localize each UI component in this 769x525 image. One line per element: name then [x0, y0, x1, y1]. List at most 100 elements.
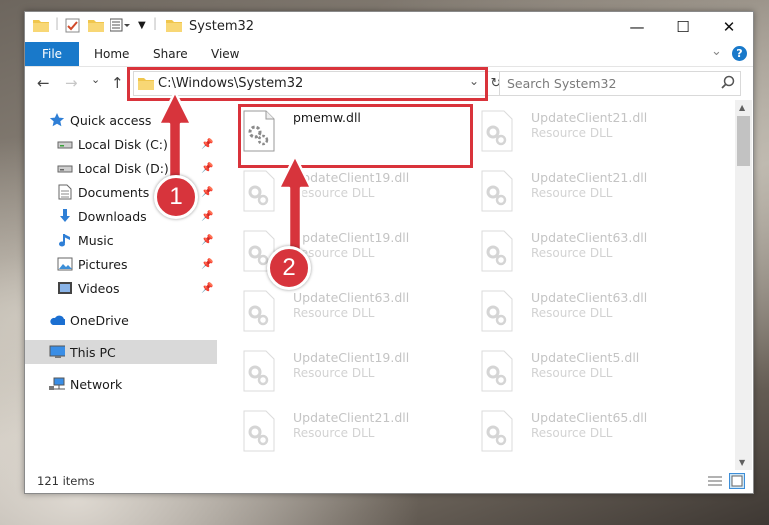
details-view-icon[interactable] — [707, 474, 723, 488]
dll-file-icon — [481, 350, 513, 392]
star-icon — [49, 112, 65, 128]
item-count: 121 items — [37, 474, 95, 488]
close-button[interactable]: ✕ — [706, 12, 752, 42]
file-type: Resource DLL — [531, 126, 613, 140]
sidebar-item-onedrive[interactable]: OneDrive — [25, 308, 217, 332]
file-type: Resource DLL — [293, 426, 375, 440]
tab-share[interactable]: Share — [153, 47, 188, 61]
window-title: System32 — [189, 19, 255, 34]
file-item[interactable]: UpdateClient21.dll Resource DLL — [463, 104, 693, 160]
file-name: UpdateClient21.dll — [531, 170, 648, 185]
pin-icon: 📌 — [201, 234, 214, 246]
file-item[interactable]: UpdateClient63.dll Resource DLL — [225, 284, 455, 340]
callout-1: 1 — [154, 175, 198, 219]
callout-2: 2 — [267, 246, 311, 290]
status-bar: 121 items — [25, 470, 753, 492]
tab-file[interactable]: File — [25, 42, 79, 66]
sidebar-item-label: Documents — [78, 184, 150, 200]
sidebar-item-pictures[interactable]: Pictures 📌 — [25, 252, 217, 276]
properties-icon[interactable] — [65, 18, 80, 33]
title-bar: | ▼ | System32 — ☐ ✕ — [25, 12, 753, 42]
pin-icon: 📌 — [201, 210, 214, 222]
help-icon[interactable]: ? — [732, 46, 747, 61]
file-type: Resource DLL — [293, 366, 375, 380]
pin-icon: 📌 — [201, 138, 214, 150]
dll-file-icon — [481, 110, 513, 152]
pin-icon: 📌 — [201, 258, 214, 270]
file-type: Resource DLL — [531, 186, 613, 200]
dll-file-icon — [481, 230, 513, 272]
downloads-icon — [57, 208, 73, 224]
sidebar-item-label: Music — [78, 232, 114, 248]
drive-icon — [57, 136, 73, 152]
ribbon: File Home Share View ⌄ ? — [25, 42, 753, 67]
new-folder-icon[interactable] — [88, 18, 104, 32]
pin-icon: 📌 — [201, 186, 214, 198]
sidebar-item-label: Network — [70, 376, 123, 392]
pictures-icon — [57, 256, 73, 272]
file-item[interactable]: UpdateClient63.dll Resource DLL — [463, 224, 693, 280]
back-button[interactable]: ← — [37, 74, 50, 92]
maximize-button[interactable]: ☐ — [660, 12, 706, 42]
recent-locations-button[interactable]: ⌄ — [91, 73, 100, 86]
computer-icon — [49, 344, 65, 360]
dll-file-icon — [243, 290, 275, 332]
file-type: Resource DLL — [293, 306, 375, 320]
window-folder-icon — [166, 18, 182, 32]
vertical-scrollbar[interactable]: ▲ ▼ — [735, 100, 752, 470]
up-button[interactable]: ↑ — [111, 74, 124, 92]
scroll-down-icon[interactable]: ▼ — [739, 458, 745, 467]
file-name: UpdateClient63.dll — [531, 290, 648, 305]
expand-ribbon-button[interactable]: ⌄ — [711, 44, 722, 59]
file-item[interactable]: UpdateClient19.dll Resource DLL — [225, 224, 455, 280]
file-type: Resource DLL — [531, 426, 613, 440]
file-type: Resource DLL — [531, 366, 613, 380]
dll-file-icon — [481, 290, 513, 332]
file-type: Resource DLL — [531, 306, 613, 320]
file-item[interactable]: UpdateClient21.dll Resource DLL — [463, 164, 693, 220]
sidebar-item-label: Quick access — [70, 112, 152, 128]
tab-view[interactable]: View — [211, 47, 239, 61]
dll-file-icon — [243, 410, 275, 452]
pin-icon: 📌 — [201, 162, 214, 174]
file-item[interactable]: UpdateClient19.dll Resource DLL — [225, 164, 455, 220]
sidebar-item-this-pc[interactable]: This PC — [25, 340, 217, 364]
sidebar-item-label: Videos — [78, 280, 120, 296]
file-item[interactable]: UpdateClient65.dll Resource DLL — [463, 404, 693, 460]
network-icon — [49, 376, 65, 392]
file-name: UpdateClient63.dll — [293, 290, 410, 305]
sidebar-item-label: This PC — [70, 344, 116, 360]
large-icons-view-icon[interactable] — [729, 473, 745, 489]
file-item[interactable]: UpdateClient5.dll Resource DLL — [463, 344, 693, 400]
cloud-icon — [49, 312, 65, 328]
music-icon — [57, 232, 73, 248]
file-type: Resource DLL — [531, 246, 613, 260]
scrollbar-thumb[interactable] — [737, 116, 750, 166]
tab-home[interactable]: Home — [94, 47, 129, 61]
file-item[interactable]: UpdateClient63.dll Resource DLL — [463, 284, 693, 340]
sidebar-item-label: OneDrive — [70, 312, 129, 328]
file-name: UpdateClient21.dll — [293, 410, 410, 425]
dll-file-icon — [481, 410, 513, 452]
search-input[interactable]: Search System32 — [499, 71, 741, 96]
sidebar-item-videos[interactable]: Videos 📌 — [25, 276, 217, 300]
sidebar-item-label: Downloads — [78, 208, 147, 224]
customize-toolbar-icon[interactable] — [110, 18, 132, 32]
forward-button[interactable]: → — [65, 74, 78, 92]
dll-file-icon — [243, 350, 275, 392]
file-name: UpdateClient5.dll — [531, 350, 640, 365]
file-item[interactable]: UpdateClient19.dll Resource DLL — [225, 344, 455, 400]
file-name: UpdateClient21.dll — [531, 110, 648, 125]
search-icon[interactable] — [721, 75, 735, 89]
file-item[interactable]: UpdateClient21.dll Resource DLL — [225, 404, 455, 460]
file-name: UpdateClient19.dll — [293, 350, 410, 365]
file-name: UpdateClient65.dll — [531, 410, 648, 425]
file-name: UpdateClient63.dll — [531, 230, 648, 245]
pin-icon: 📌 — [201, 282, 214, 294]
videos-icon — [57, 280, 73, 296]
minimize-button[interactable]: — — [614, 12, 660, 42]
sidebar-item-network[interactable]: Network — [25, 372, 217, 396]
sidebar-item-music[interactable]: Music 📌 — [25, 228, 217, 252]
scroll-up-icon[interactable]: ▲ — [739, 103, 745, 112]
quick-access-dropdown[interactable]: ▼ — [138, 20, 146, 31]
